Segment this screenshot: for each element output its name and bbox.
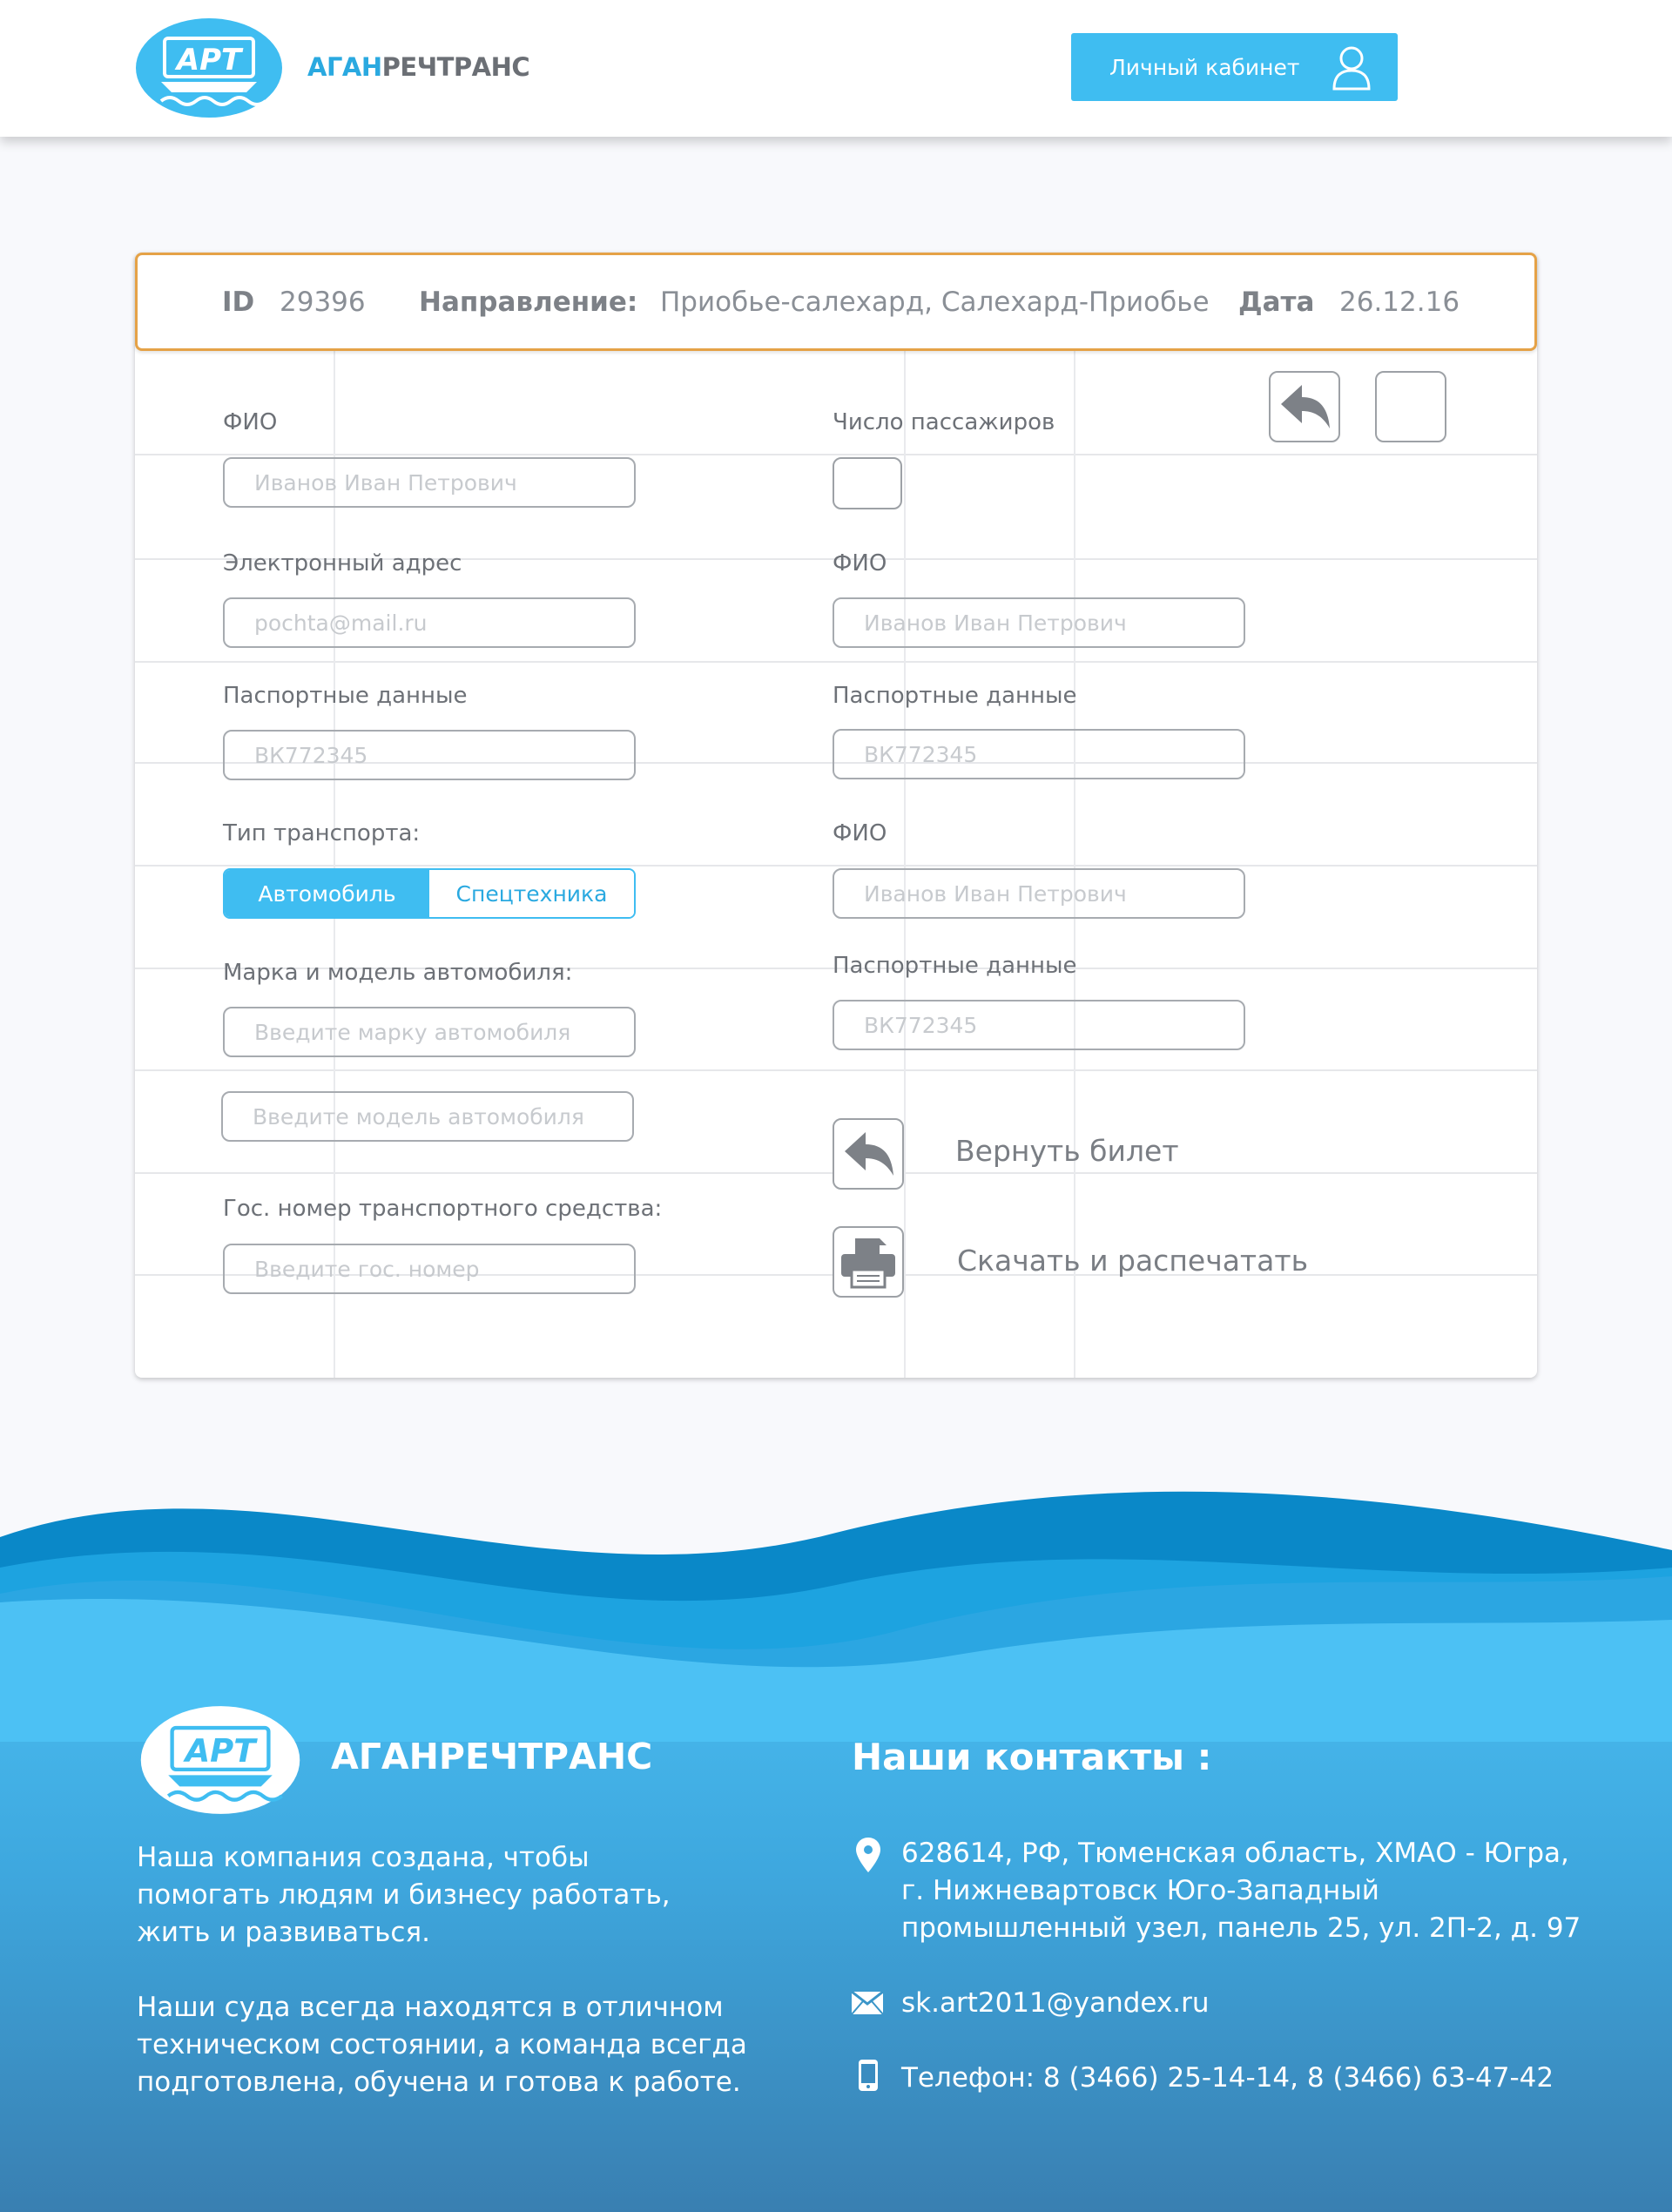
passenger-1-fio-input[interactable]: Иванов Иван Петрович — [833, 597, 1245, 648]
address-line: 628614, РФ, Тюменская область, ХМАО - Юг… — [901, 1838, 1569, 1869]
contact-phone[interactable]: Телефон: 8 (3466) 25-14-14, 8 (3466) 63-… — [901, 2060, 1554, 2097]
passengers-label: Число пассажиров — [833, 409, 1055, 435]
about-line: Наши суда всегда находятся в отличном — [137, 1992, 724, 2023]
date-value: 26.12.16 — [1339, 287, 1460, 318]
site-header: АРТ АГАНРЕЧТРАНС Личный кабинет — [0, 0, 1672, 137]
address-line: г. Нижневартовск Юго-Западный — [901, 1875, 1379, 1906]
contacts-title: Наши контакты : — [852, 1736, 1212, 1778]
date-label: Дата — [1238, 287, 1315, 318]
about-line: жить и развиваться. — [137, 1917, 430, 1948]
about-line: подготовлена, обучена и готова к работе. — [137, 2067, 741, 2098]
brand-part-2: РЕЧТРАНС — [381, 52, 530, 82]
transport-option-special[interactable]: Спецтехника — [429, 870, 634, 917]
svg-text:АРТ: АРТ — [174, 43, 244, 78]
grid-line — [135, 661, 1537, 663]
transport-option-car[interactable]: Автомобиль — [225, 870, 429, 917]
id-label: ID — [222, 287, 255, 318]
brand-name: АГАНРЕЧТРАНС — [307, 52, 530, 82]
return-ticket-button[interactable] — [833, 1118, 904, 1190]
about-line: помогать людям и бизнесу работать, — [137, 1879, 671, 1911]
car-model-input[interactable]: Введите модель автомобиля — [221, 1091, 634, 1142]
direction-value: Приобье-салехард, Салехард-Приобье — [660, 287, 1210, 318]
passenger-2-passport-label: Паспортные данные — [833, 953, 1077, 979]
return-ticket-label[interactable]: Вернуть билет — [955, 1134, 1179, 1168]
passenger-2-fio-input[interactable]: Иванов Иван Петрович — [833, 868, 1245, 919]
about-line: Наша компания создана, чтобы — [137, 1842, 590, 1873]
footer-brand: АГАНРЕЧТРАНС — [331, 1736, 653, 1777]
ticket-card: ID 29396 Направление: Приобье-салехард, … — [135, 253, 1537, 1378]
passenger-1-fio-label: ФИО — [833, 550, 887, 577]
plate-input[interactable]: Введите гос. номер — [223, 1244, 636, 1294]
print-label[interactable]: Скачать и распечатать — [957, 1244, 1308, 1278]
direction-label: Направление: — [419, 287, 638, 318]
return-arrow-icon — [1281, 385, 1330, 428]
plate-label: Гос. номер транспортного средства: — [223, 1196, 663, 1222]
brand-part-1: АГАН — [307, 52, 382, 82]
company-logo[interactable]: АРТ — [135, 17, 283, 118]
footer-about-1: Наша компания создана, чтобы помогать лю… — [137, 1839, 671, 1952]
mail-icon — [852, 1992, 883, 2014]
personal-cabinet-button[interactable]: Личный кабинет — [1071, 33, 1398, 101]
car-label: Марка и модель автомобиля: — [223, 960, 573, 986]
email-input[interactable]: pochta@mail.ru — [223, 597, 636, 648]
passport-label: Паспортные данные — [223, 683, 468, 709]
grid-line — [1074, 253, 1075, 1378]
passenger-1-passport-label: Паспортные данные — [833, 683, 1077, 709]
print-button[interactable] — [833, 1226, 904, 1298]
about-line: техническом состоянии, а команда всегда — [137, 2029, 747, 2060]
location-pin-icon — [856, 1838, 880, 1872]
footer-about-2: Наши суда всегда находятся в отличном те… — [137, 1989, 747, 2101]
email-label: Электронный адрес — [223, 550, 462, 577]
empty-square-button[interactable] — [1375, 371, 1446, 442]
address-line: промышленный узел, панель 25, ул. 2П-2, … — [901, 1912, 1581, 1944]
id-value: 29396 — [280, 287, 366, 318]
car-make-input[interactable]: Введите марку автомобиля — [223, 1007, 636, 1057]
passenger-1-passport-input[interactable]: ВК772345 — [833, 729, 1245, 779]
return-arrow-icon — [845, 1132, 893, 1176]
footer-logo[interactable]: АРТ — [137, 1705, 304, 1815]
return-button-top[interactable] — [1269, 371, 1340, 442]
passenger-2-passport-input[interactable]: ВК772345 — [833, 1000, 1245, 1050]
svg-text:АРТ: АРТ — [183, 1732, 259, 1770]
passport-input[interactable]: ВК772345 — [223, 730, 636, 780]
grid-line — [135, 865, 1537, 867]
site-footer: АРТ АГАНРЕЧТРАНС Наша компания создана, … — [0, 1480, 1672, 2212]
user-icon — [1332, 46, 1371, 91]
personal-cabinet-label: Личный кабинет — [1109, 54, 1300, 80]
fio-input[interactable]: Иванов Иван Петрович — [223, 457, 636, 508]
transport-type-toggle: Автомобиль Спецтехника — [223, 868, 636, 919]
printer-icon — [841, 1238, 895, 1289]
transport-type-label: Тип транспорта: — [223, 820, 421, 846]
ticket-info-bar: ID 29396 Направление: Приобье-салехард, … — [135, 253, 1537, 351]
contact-email[interactable]: sk.art2011@yandex.ru — [901, 1985, 1210, 2022]
grid-line — [135, 1069, 1537, 1071]
grid-line — [135, 454, 1537, 455]
fio-label: ФИО — [223, 409, 278, 435]
passengers-count-input[interactable] — [833, 457, 902, 509]
phone-icon — [859, 2060, 878, 2091]
contact-address: 628614, РФ, Тюменская область, ХМАО - Юг… — [901, 1835, 1581, 1947]
passenger-2-fio-label: ФИО — [833, 820, 887, 846]
